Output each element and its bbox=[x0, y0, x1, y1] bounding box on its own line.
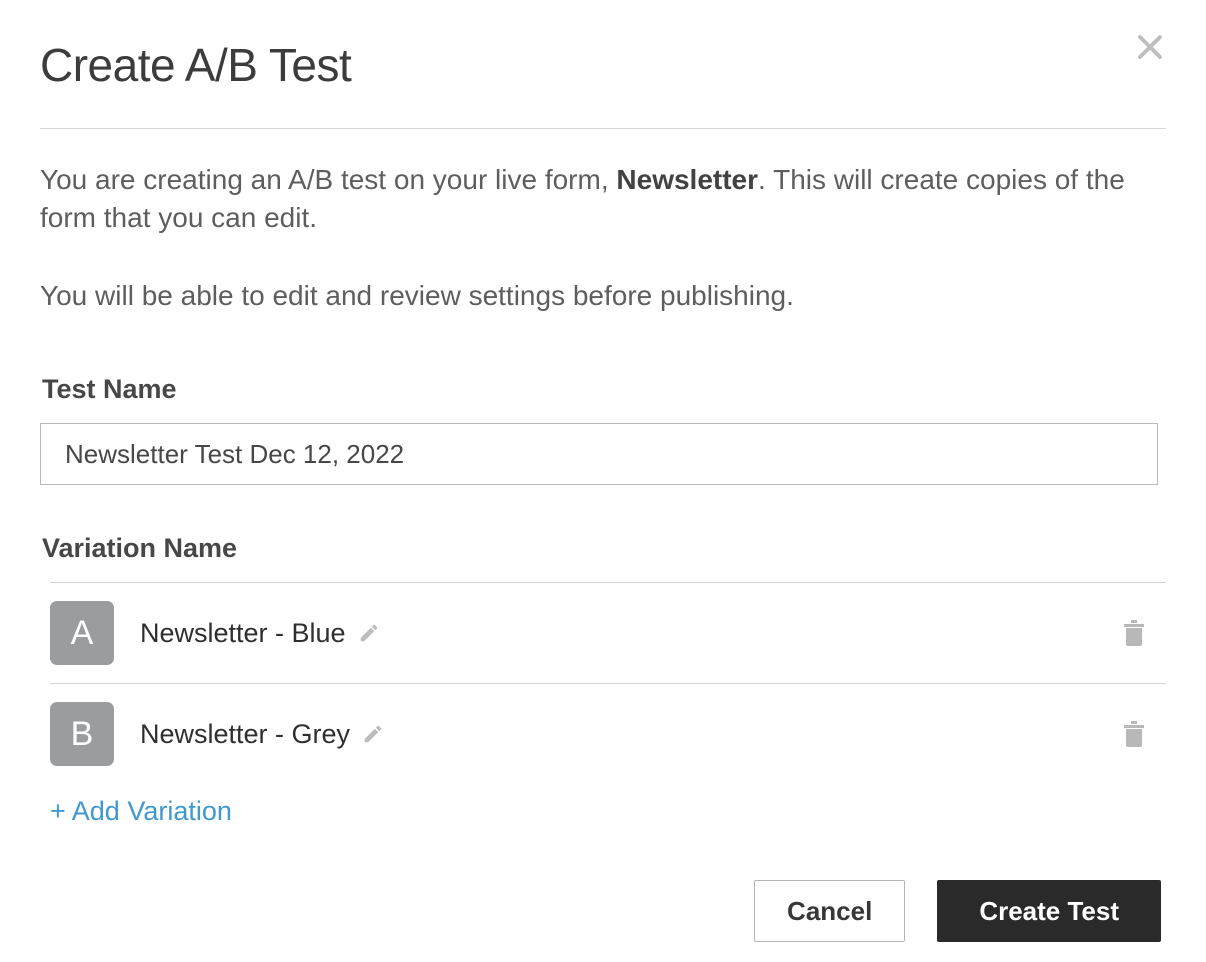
add-variation-button[interactable]: + Add Variation bbox=[40, 796, 232, 827]
variation-row: B Newsletter - Grey bbox=[50, 683, 1166, 784]
modal-title: Create A/B Test bbox=[40, 38, 1166, 92]
trash-icon[interactable] bbox=[1122, 720, 1146, 748]
create-test-button[interactable]: Create Test bbox=[937, 880, 1161, 942]
variation-row: A Newsletter - Blue bbox=[50, 582, 1166, 683]
variation-badge: A bbox=[50, 601, 114, 665]
intro-form-name: Newsletter bbox=[616, 164, 758, 195]
variation-name: Newsletter - Grey bbox=[140, 719, 350, 750]
variation-section: Variation Name A Newsletter - Blue B New… bbox=[40, 533, 1166, 827]
create-ab-test-modal: Create A/B Test You are creating an A/B … bbox=[0, 0, 1206, 867]
intro-prefix: You are creating an A/B test on your liv… bbox=[40, 164, 616, 195]
cancel-button[interactable]: Cancel bbox=[754, 880, 905, 942]
variation-name-label: Variation Name bbox=[42, 533, 1166, 564]
intro-text: You are creating an A/B test on your liv… bbox=[40, 161, 1166, 314]
variation-badge: B bbox=[50, 702, 114, 766]
divider bbox=[40, 128, 1166, 129]
modal-footer: Cancel Create Test bbox=[754, 880, 1161, 942]
variation-name: Newsletter - Blue bbox=[140, 618, 346, 649]
close-button[interactable] bbox=[1132, 30, 1168, 66]
trash-icon[interactable] bbox=[1122, 619, 1146, 647]
pencil-icon[interactable] bbox=[358, 622, 380, 644]
test-name-field: Test Name bbox=[40, 374, 1166, 485]
pencil-icon[interactable] bbox=[362, 723, 384, 745]
test-name-label: Test Name bbox=[42, 374, 1166, 405]
test-name-input[interactable] bbox=[40, 423, 1158, 485]
close-icon bbox=[1135, 50, 1165, 65]
variation-list: A Newsletter - Blue B Newsletter - Grey bbox=[40, 582, 1166, 784]
intro-line2: You will be able to edit and review sett… bbox=[40, 277, 1166, 315]
